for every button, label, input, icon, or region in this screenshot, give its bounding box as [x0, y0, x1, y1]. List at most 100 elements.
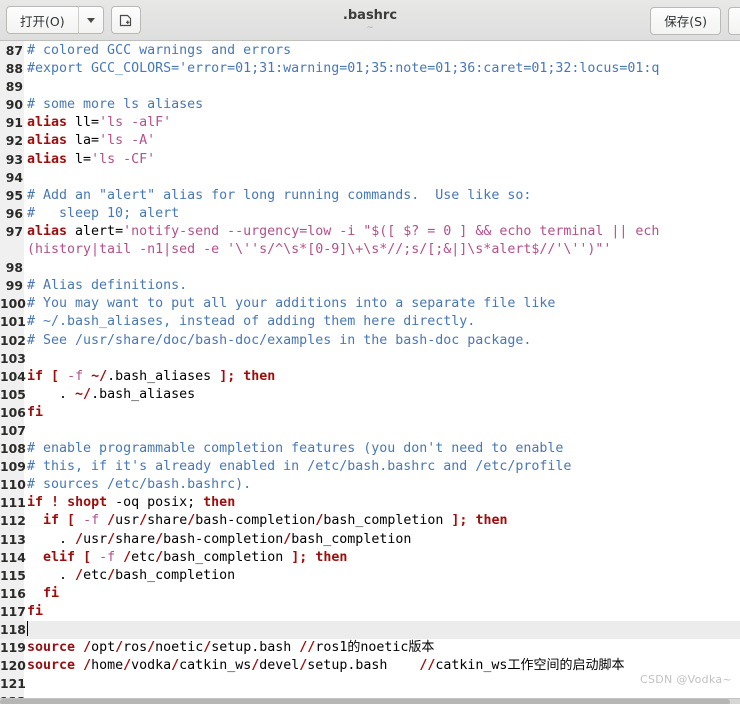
- line-number: 116: [0, 585, 26, 601]
- code-line[interactable]: 118: [0, 621, 740, 640]
- code-line[interactable]: 114 elif [ -f /etc/bash_completion ]; th…: [0, 549, 740, 567]
- line-text[interactable]: # Add an "alert" alias for long running …: [27, 187, 531, 205]
- page-title: .bashrc: [342, 7, 398, 23]
- code-line[interactable]: 100 # You may want to put all your additi…: [0, 295, 740, 313]
- code-line[interactable]: 102 # See /usr/share/doc/bash-doc/example…: [0, 332, 740, 350]
- line-text[interactable]: fi: [27, 404, 43, 422]
- line-number: 96: [5, 205, 23, 221]
- line-number: 109: [0, 459, 26, 475]
- line-number: 113: [0, 531, 26, 547]
- line-text[interactable]: alias ll='ls -alF': [27, 114, 171, 132]
- line-number: 108: [0, 441, 26, 457]
- code-line[interactable]: 101 # ~/.bash_aliases, instead of adding …: [0, 313, 740, 331]
- code-line[interactable]: 99 # Alias definitions.: [0, 277, 740, 295]
- line-text[interactable]: # See /usr/share/doc/bash-doc/examples i…: [27, 332, 531, 350]
- line-text[interactable]: # colored GCC warnings and errors: [27, 42, 291, 60]
- code-line[interactable]: 111 if ! shopt -oq posix; then: [0, 494, 740, 512]
- code-line[interactable]: 107: [0, 422, 740, 440]
- line-number: 118: [0, 622, 26, 637]
- code-line[interactable]: 112 if [ -f /usr/share/bash-completion/b…: [0, 512, 740, 530]
- line-text[interactable]: # sleep 10; alert: [27, 205, 179, 223]
- line-text[interactable]: fi: [27, 585, 59, 603]
- code-line[interactable]: 117 fi: [0, 603, 740, 621]
- line-text[interactable]: # some more ls aliases: [27, 96, 203, 114]
- line-number: 107: [0, 422, 26, 438]
- code-line[interactable]: 109 # this, if it's already enabled in /e…: [0, 458, 740, 476]
- code-line[interactable]: 120 source /home/vodka/catkin_ws/devel/se…: [0, 657, 740, 675]
- line-number: 114: [0, 549, 26, 565]
- line-number: 111: [0, 495, 26, 511]
- text-editor-area[interactable]: 87 # colored GCC warnings and errors 88 #ex…: [0, 41, 740, 704]
- code-line[interactable]: 113 . /usr/share/bash-completion/bash_co…: [0, 531, 740, 549]
- line-number: 106: [0, 404, 26, 420]
- line-number: 103: [0, 350, 26, 366]
- line-number: 121: [0, 676, 26, 692]
- line-number: 88: [5, 61, 23, 77]
- open-recent-dropdown-button[interactable]: [77, 6, 104, 34]
- line-text[interactable]: elif [ -f /etc/bash_completion ]; then: [27, 549, 347, 567]
- code-line[interactable]: 106 fi: [0, 404, 740, 422]
- code-line[interactable]: 105 . ~/.bash_aliases: [0, 386, 740, 404]
- line-text[interactable]: # this, if it's already enabled in /etc/…: [27, 458, 571, 476]
- code-line[interactable]: 108 # enable programmable completion feat…: [0, 440, 740, 458]
- line-number: 94: [5, 169, 23, 185]
- line-number: 89: [5, 79, 23, 95]
- code-line[interactable]: 115 . /etc/bash_completion: [0, 567, 740, 585]
- code-line[interactable]: 116 fi: [0, 585, 740, 603]
- code-line[interactable]: 95 # Add an "alert" alias for long runnin…: [0, 187, 740, 205]
- line-number: 97: [5, 223, 23, 239]
- line-text[interactable]: if [ -f /usr/share/bash-completion/bash_…: [27, 512, 507, 530]
- code-line[interactable]: 97 alias alert='notify-send --urgency=low…: [0, 223, 740, 259]
- line-text[interactable]: [27, 621, 28, 639]
- open-button[interactable]: 打开(O): [6, 6, 78, 34]
- save-button[interactable]: 保存(S): [650, 6, 721, 35]
- line-text[interactable]: source /home/vodka/catkin_ws/devel/setup…: [27, 657, 624, 675]
- code-line[interactable]: 91 alias ll='ls -alF': [0, 114, 740, 132]
- code-line[interactable]: 89: [0, 78, 740, 96]
- line-text[interactable]: # You may want to put all your additions…: [27, 295, 555, 313]
- line-text[interactable]: if ! shopt -oq posix; then: [27, 494, 235, 512]
- header-bar: .bashrc ~ 打开(O) 保存(S): [0, 0, 740, 41]
- line-text[interactable]: if [ -f ~/.bash_aliases ]; then: [27, 368, 275, 386]
- line-text[interactable]: alias alert='notify-send --urgency=low -…: [27, 223, 659, 241]
- code-line[interactable]: 94: [0, 169, 740, 187]
- page-subtitle: ~: [366, 22, 374, 33]
- code-line[interactable]: 87 # colored GCC warnings and errors: [0, 42, 740, 60]
- line-number: 92: [5, 133, 23, 149]
- line-text[interactable]: #export GCC_COLORS='error=01;31:warning=…: [27, 60, 659, 78]
- line-text[interactable]: . ~/.bash_aliases: [27, 386, 195, 404]
- line-text[interactable]: source /opt/ros/noetic/setup.bash //ros1…: [27, 639, 434, 657]
- line-text[interactable]: alias la='ls -A': [27, 132, 155, 150]
- code-line[interactable]: 96 # sleep 10; alert: [0, 205, 740, 223]
- code-line[interactable]: 119 source /opt/ros/noetic/setup.bash //r…: [0, 639, 740, 657]
- code-line[interactable]: 93 alias l='ls -CF': [0, 151, 740, 169]
- horizontal-scrollbar[interactable]: [0, 698, 740, 704]
- line-text[interactable]: # sources /etc/bash.bashrc).: [27, 476, 251, 494]
- code-line[interactable]: 98: [0, 259, 740, 277]
- horizontal-scrollbar-thumb[interactable]: [0, 699, 730, 704]
- line-text[interactable]: # Alias definitions.: [27, 277, 187, 295]
- line-number: 99: [5, 278, 23, 294]
- code-content[interactable]: 87 # colored GCC warnings and errors 88 #ex…: [0, 41, 740, 704]
- code-line[interactable]: 104 if [ -f ~/.bash_aliases ]; then: [0, 368, 740, 386]
- line-text[interactable]: fi: [27, 603, 43, 621]
- line-number: 119: [0, 640, 26, 656]
- code-line[interactable]: 90 # some more ls aliases: [0, 96, 740, 114]
- code-line[interactable]: 92 alias la='ls -A': [0, 132, 740, 150]
- code-line[interactable]: 121: [0, 675, 740, 693]
- code-line[interactable]: 110 # sources /etc/bash.bashrc).: [0, 476, 740, 494]
- line-text[interactable]: # ~/.bash_aliases, instead of adding the…: [27, 313, 475, 331]
- code-line[interactable]: 88 #export GCC_COLORS='error=01;31:warnin…: [0, 60, 740, 78]
- line-number: 104: [0, 368, 26, 384]
- line-text[interactable]: alias l='ls -CF': [27, 151, 155, 169]
- line-text[interactable]: . /etc/bash_completion: [27, 567, 235, 585]
- line-text-wrapped[interactable]: (history|tail -n1|sed -e '\''s/^\s*[0-9]…: [27, 241, 611, 259]
- main-menu-button[interactable]: [728, 6, 740, 35]
- line-number: 120: [0, 658, 26, 674]
- line-number: 98: [5, 260, 23, 276]
- line-number: 112: [0, 513, 26, 529]
- new-tab-button[interactable]: [110, 6, 141, 34]
- code-line[interactable]: 103: [0, 350, 740, 368]
- line-text[interactable]: . /usr/share/bash-completion/bash_comple…: [27, 531, 411, 549]
- line-text[interactable]: # enable programmable completion feature…: [27, 440, 563, 458]
